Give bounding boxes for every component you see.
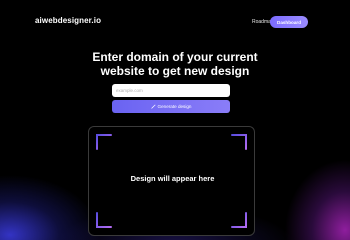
header: aiwebdesigner.io Roadmap Dashboard xyxy=(0,0,350,44)
dashboard-button[interactable]: Dashboard xyxy=(270,16,308,28)
headline-line-2: website to get new design xyxy=(100,64,250,78)
corner-bracket-top-right-icon xyxy=(230,133,248,151)
preview-placeholder-text: Design will appear here xyxy=(130,174,215,183)
headline-line-1: Enter domain of your current xyxy=(92,50,258,64)
page: aiwebdesigner.io Roadmap Dashboard Enter… xyxy=(0,0,350,240)
domain-input[interactable] xyxy=(112,84,230,97)
generate-design-button[interactable]: Generate design xyxy=(112,100,230,113)
design-preview-area: Design will appear here xyxy=(88,126,255,236)
corner-bracket-bottom-right-icon xyxy=(230,211,248,229)
corner-bracket-top-left-icon xyxy=(95,133,113,151)
logo[interactable]: aiwebdesigner.io xyxy=(35,16,101,25)
page-title: Enter domain of your current website to … xyxy=(60,50,290,78)
generate-design-label: Generate design xyxy=(157,104,192,109)
corner-bracket-bottom-left-icon xyxy=(95,211,113,229)
magic-wand-icon xyxy=(150,104,156,109)
